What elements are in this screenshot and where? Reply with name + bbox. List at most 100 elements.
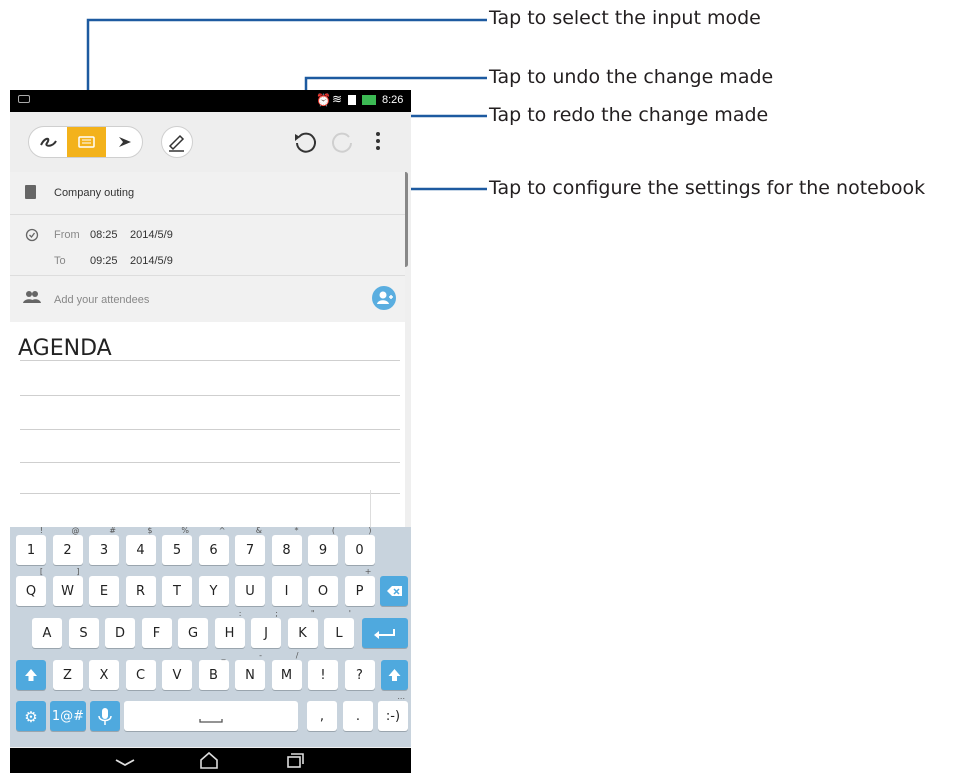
settings-key[interactable]: ⚙ (16, 701, 46, 731)
key-1[interactable]: 1! (16, 526, 46, 565)
key-secondary-label: * (294, 526, 299, 535)
key-3[interactable]: 3 # (89, 526, 119, 565)
key-0[interactable]: 0) (344, 526, 375, 565)
enter-key[interactable] (362, 618, 408, 648)
pen-style-icon (168, 134, 185, 152)
key-secondary-label: ... (397, 692, 405, 701)
gear-icon: ⚙ (24, 708, 38, 726)
key-secondary-label: ) (368, 526, 372, 535)
key-5[interactable]: 5% (162, 526, 192, 565)
period-key[interactable]: . (343, 701, 373, 731)
key-f[interactable]: F (141, 618, 172, 648)
ruled-line (20, 360, 400, 361)
callout-configure-settings: Tap to configure the settings for the no… (489, 177, 926, 199)
microphone-icon (98, 708, 112, 725)
space-icon (199, 719, 223, 723)
draw-mode-button[interactable] (106, 127, 142, 157)
key-a[interactable]: A (32, 618, 62, 648)
key-t[interactable]: T (162, 576, 192, 606)
key-u[interactable]: U (235, 576, 265, 606)
key-4[interactable]: 4 $ (125, 526, 156, 565)
attendees-input[interactable]: Add your attendees (54, 294, 149, 306)
event-time-section: From 08:25 2014/5/9 To 09:25 2014/5/9 (10, 215, 405, 276)
voice-input-key[interactable] (90, 701, 120, 731)
key-9[interactable]: 9( (308, 526, 338, 565)
key-g[interactable]: G (178, 618, 208, 648)
key-e[interactable]: E (89, 576, 119, 606)
key-n[interactable]: N- (235, 651, 265, 690)
recent-apps-icon[interactable] (283, 751, 307, 769)
key-secondary-label: @ (71, 526, 80, 535)
to-date[interactable]: 2014/5/9 (130, 255, 173, 267)
key-label: , (319, 709, 325, 724)
key-label: G (187, 626, 199, 641)
key-label: Y (209, 584, 218, 599)
key-label: 8 (282, 543, 291, 558)
key-s[interactable]: S (68, 618, 99, 648)
smiley-key[interactable]: :-)... (378, 692, 408, 731)
backspace-key[interactable] (380, 576, 408, 606)
key-label: R (135, 584, 146, 599)
back-icon[interactable] (110, 752, 140, 770)
space-key[interactable] (124, 701, 298, 731)
key-?[interactable]: ? (344, 660, 375, 690)
keyboard-mode-button[interactable] (67, 127, 106, 157)
key-7[interactable]: 7 & (235, 526, 265, 565)
note-editor[interactable]: AGENDA (10, 322, 405, 527)
symbols-key[interactable]: 1@# (50, 701, 86, 731)
key-label: H (224, 626, 235, 641)
from-time[interactable]: 08:25 (90, 229, 118, 241)
key-k[interactable]: K " (287, 609, 318, 648)
key-x[interactable]: X (89, 660, 119, 690)
key-label: D (114, 626, 125, 641)
key-l[interactable]: L ' (324, 609, 354, 648)
key-8[interactable]: 8 * (271, 526, 302, 565)
key-secondary-label: % (181, 526, 189, 535)
status-time: 8:26 (382, 94, 404, 106)
add-attendee-button[interactable] (372, 286, 396, 310)
more-options-button[interactable] (370, 126, 386, 156)
key-o[interactable]: O (308, 576, 338, 606)
key-6[interactable]: 6 ^ (198, 526, 229, 565)
event-title[interactable]: Company outing (54, 187, 134, 199)
key-label: W (61, 584, 74, 599)
from-label: From (54, 229, 80, 241)
key-label: X (99, 668, 109, 683)
event-title-row: Company outing (10, 172, 405, 215)
key-![interactable]: ! (308, 660, 338, 690)
redo-button[interactable] (328, 126, 358, 156)
key-d[interactable]: D (105, 618, 135, 648)
key-v[interactable]: V (162, 660, 192, 690)
ruled-line (20, 462, 400, 463)
comma-key[interactable]: , (307, 701, 337, 731)
handwriting-mode-button[interactable] (29, 127, 67, 157)
key-secondary-label: ! (39, 526, 43, 535)
key-q[interactable]: Q[ (16, 567, 46, 606)
key-label: V (172, 668, 182, 683)
shift-key-left[interactable] (16, 660, 46, 690)
key-m[interactable]: M / (271, 651, 302, 690)
pen-style-button[interactable] (161, 126, 193, 158)
key-w[interactable]: W] (52, 567, 83, 606)
to-time[interactable]: 09:25 (90, 255, 118, 267)
home-icon[interactable] (196, 750, 222, 770)
key-r[interactable]: R (125, 576, 156, 606)
ruled-line (20, 395, 400, 396)
key-h[interactable]: H: (214, 609, 245, 648)
key-i[interactable]: I (271, 576, 302, 606)
shift-key-right[interactable] (381, 660, 408, 690)
key-label: I (284, 584, 289, 599)
on-screen-keyboard: 1! 2 @3 #4 $5% 6 ^ 7 & 8 * 9(0) Q[W] E R T Y U I O P + A S D F G H:… (10, 526, 411, 747)
key-p[interactable]: P + (344, 567, 375, 606)
key-z[interactable]: Z (52, 660, 83, 690)
from-date[interactable]: 2014/5/9 (130, 229, 173, 241)
key-c[interactable]: C (125, 660, 156, 690)
key-y[interactable]: Y (198, 576, 229, 606)
key-b[interactable]: B _ (198, 651, 229, 690)
key-label: L (335, 626, 343, 641)
undo-button[interactable] (290, 126, 320, 156)
input-mode-selector[interactable] (28, 126, 143, 158)
key-j[interactable]: J; (251, 609, 281, 648)
key-2[interactable]: 2 @ (52, 526, 83, 565)
key-label: 1@# (51, 709, 85, 724)
